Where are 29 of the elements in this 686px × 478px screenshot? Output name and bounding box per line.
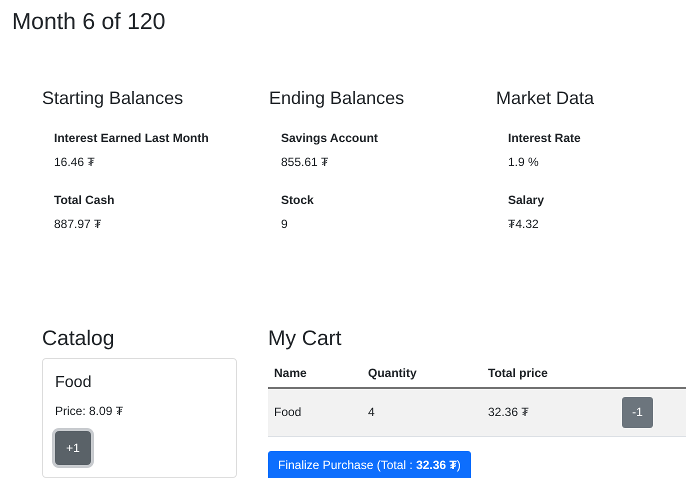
stat-value: 887.97 ₮ <box>54 216 102 232</box>
add-button[interactable]: +1 <box>55 431 91 465</box>
stat-label: Stock <box>281 192 315 208</box>
product-name: Food <box>55 373 92 393</box>
product-price: Price: 8.09 ₮ <box>55 403 124 419</box>
stat-label: Salary <box>508 192 546 208</box>
table-cell: Food <box>268 388 362 436</box>
page-title: Month 6 of 120 <box>12 7 166 36</box>
column-header: Name <box>268 358 362 388</box>
table-cell: 32.36 ₮ <box>482 388 622 436</box>
stat-label: Total Cash <box>54 192 116 208</box>
stat-label: Interest Rate <box>508 130 582 146</box>
finalize-button[interactable]: Finalize Purchase (Total : 32.36 ₮) <box>268 450 471 478</box>
section-heading: My Cart <box>268 326 342 352</box>
stat-value: 1.9 % <box>508 154 540 170</box>
column-header: Total price <box>482 358 622 388</box>
column-header: Quantity <box>362 358 482 388</box>
section-heading: Ending Balances <box>269 87 406 110</box>
remove-button[interactable]: -1 <box>622 396 653 428</box>
stat-value: 855.61 ₮ <box>281 154 330 170</box>
section-heading: Starting Balances <box>42 87 184 110</box>
section-heading: Market Data <box>496 87 596 110</box>
stat-value: 9 <box>281 216 289 232</box>
stat-label: Savings Account <box>281 130 379 146</box>
stat-value: ₮4.32 <box>508 216 540 232</box>
stat-label: Interest Earned Last Month <box>54 130 210 146</box>
table-cell: 4 <box>362 388 482 436</box>
stat-value: 16.46 ₮ <box>54 154 96 170</box>
section-heading: Catalog <box>42 326 116 352</box>
